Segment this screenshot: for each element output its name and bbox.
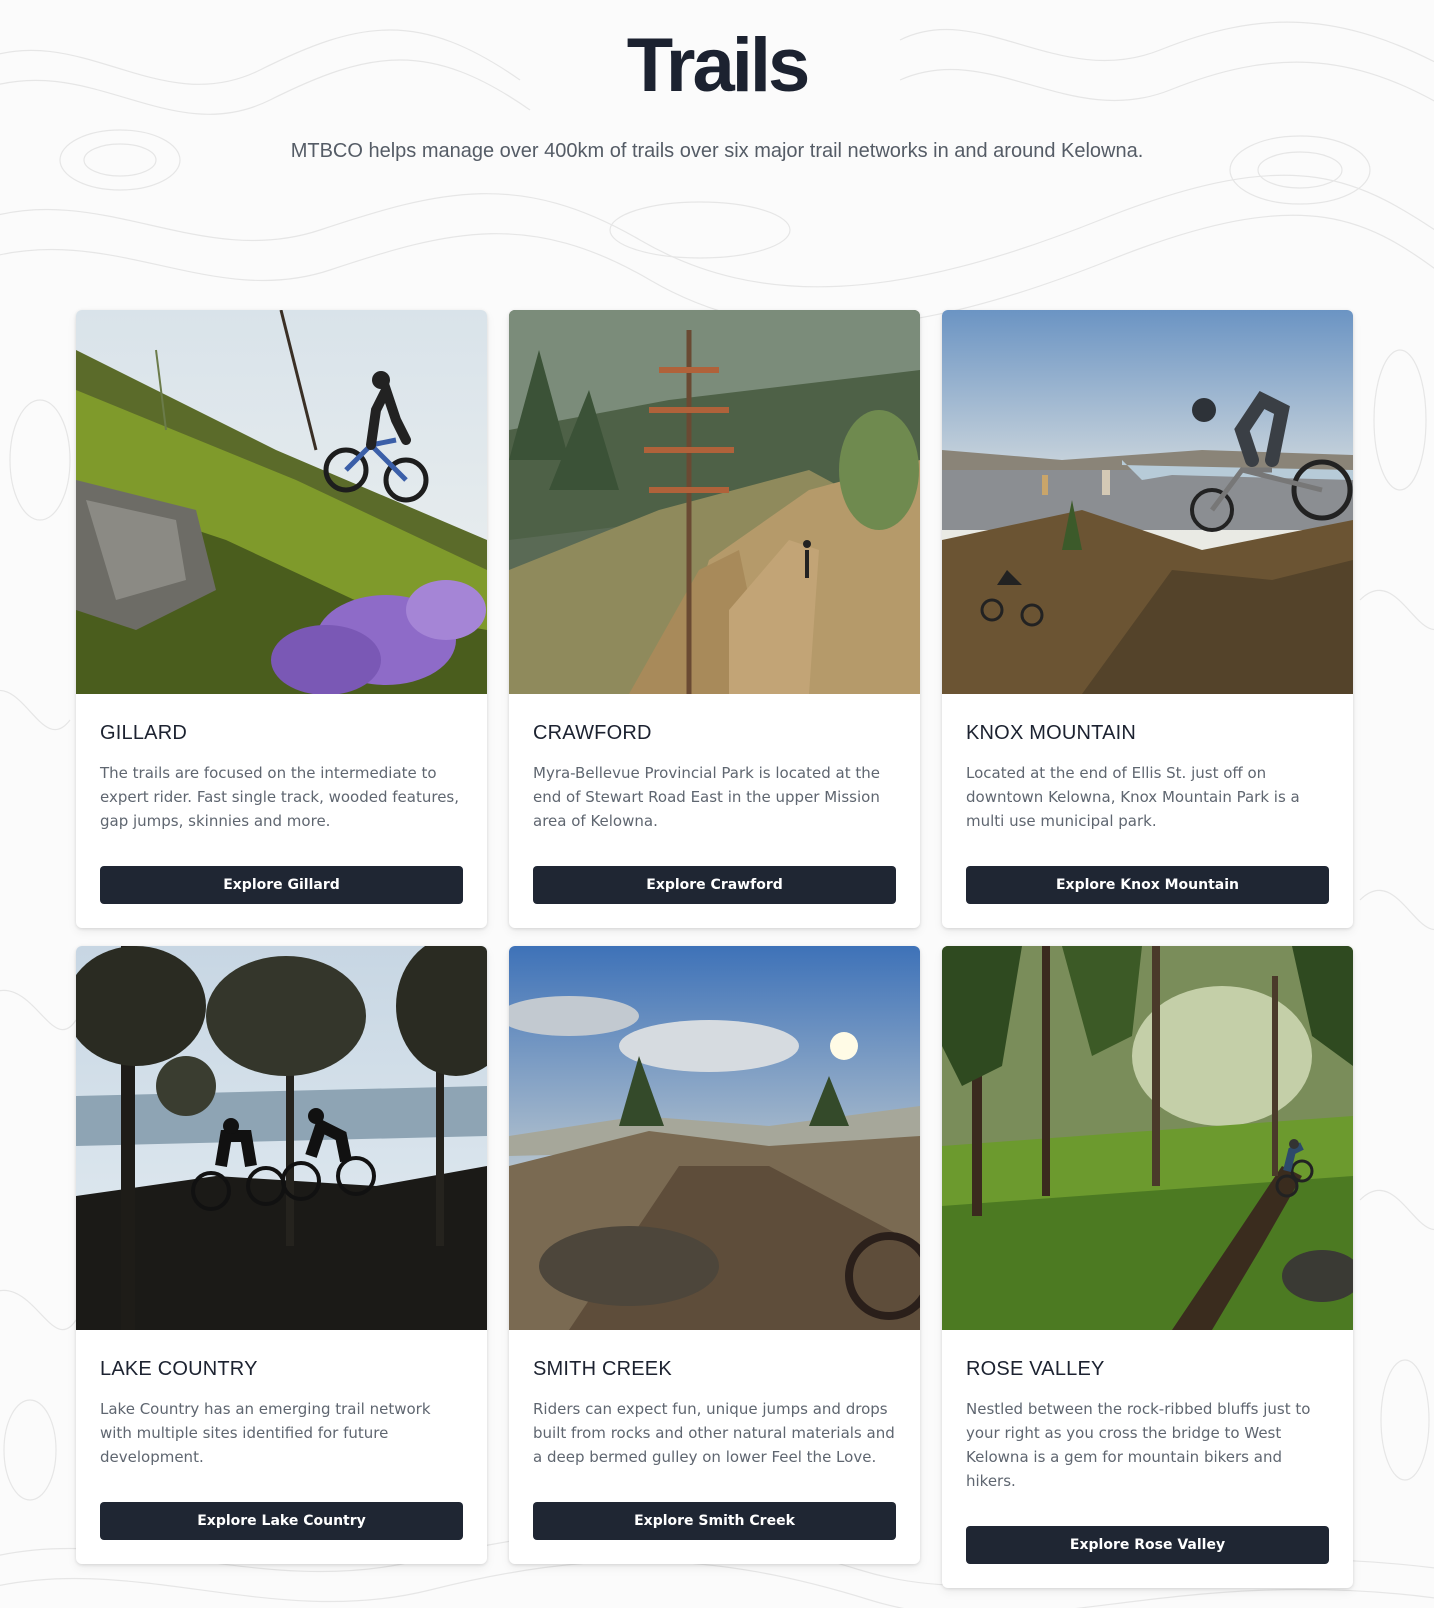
trail-title: CRAWFORD bbox=[533, 722, 652, 744]
trail-card-gillard: GILLARD The trails are focused on the in… bbox=[76, 310, 487, 928]
trail-card-lake-country: LAKE COUNTRY Lake Country has an emergin… bbox=[76, 946, 487, 1564]
trail-title: LAKE COUNTRY bbox=[100, 1358, 258, 1380]
trail-description: Lake Country has an emerging trail netwo… bbox=[100, 1400, 431, 1466]
trail-card-smith-creek: SMITH CREEK Riders can expect fun, uniqu… bbox=[509, 946, 920, 1564]
trail-card-knox-mountain: KNOX MOUNTAIN Located at the end of Elli… bbox=[942, 310, 1353, 928]
trail-image-lake-country bbox=[76, 946, 487, 1330]
trail-image-gillard bbox=[76, 310, 487, 694]
page-title: Trails bbox=[626, 23, 811, 108]
trail-description: Located at the end of Ellis St. just off… bbox=[966, 764, 1300, 830]
trail-title: ROSE VALLEY bbox=[966, 1358, 1105, 1380]
explore-crawford-button[interactable]: Explore Crawford bbox=[533, 866, 896, 904]
trail-title: GILLARD bbox=[100, 722, 187, 744]
trail-title: KNOX MOUNTAIN bbox=[966, 722, 1137, 744]
trail-image-smith-creek bbox=[509, 946, 920, 1330]
explore-rose-valley-button[interactable]: Explore Rose Valley bbox=[966, 1526, 1329, 1564]
explore-smith-creek-button[interactable]: Explore Smith Creek bbox=[533, 1502, 896, 1540]
explore-lake-country-button[interactable]: Explore Lake Country bbox=[100, 1502, 463, 1540]
explore-knox-mountain-button[interactable]: Explore Knox Mountain bbox=[966, 866, 1329, 904]
trail-card-rose-valley: ROSE VALLEY Nestled between the rock-rib… bbox=[942, 946, 1353, 1588]
trail-image-knox-mountain bbox=[942, 310, 1353, 694]
trail-description: Nestled between the rock-ribbed bluffs j… bbox=[966, 1400, 1311, 1490]
page-subtitle: MTBCO helps manage over 400km of trails … bbox=[290, 140, 1144, 162]
trail-description: Riders can expect fun, unique jumps and … bbox=[533, 1400, 895, 1466]
trail-description: Myra-Bellevue Provincial Park is located… bbox=[533, 764, 880, 830]
trail-card-crawford: CRAWFORD Myra-Bellevue Provincial Park i… bbox=[509, 310, 920, 928]
trail-image-crawford bbox=[509, 310, 920, 694]
explore-gillard-button[interactable]: Explore Gillard bbox=[100, 866, 463, 904]
trail-description: The trails are focused on the intermedia… bbox=[100, 764, 460, 830]
trail-title: SMITH CREEK bbox=[533, 1358, 672, 1380]
trail-image-rose-valley bbox=[942, 946, 1353, 1330]
